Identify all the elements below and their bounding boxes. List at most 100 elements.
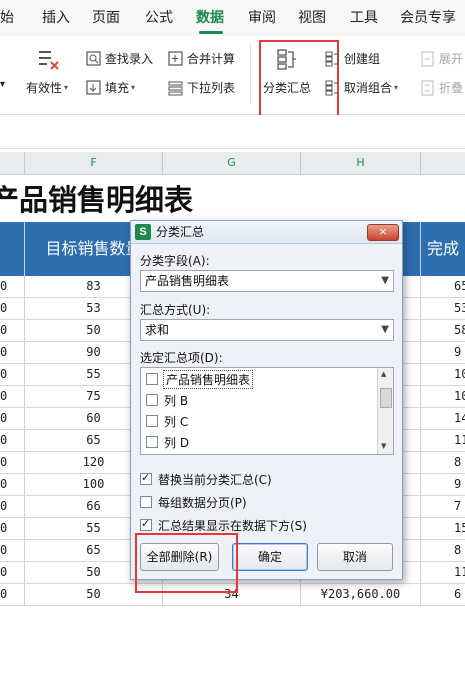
- find-entry-label: 查找录入: [105, 52, 154, 66]
- item-checkbox[interactable]: [146, 415, 158, 427]
- table-cell-i[interactable]: 8: [421, 540, 465, 561]
- column-header-f[interactable]: F: [25, 152, 163, 174]
- table-cell-e[interactable]: 0: [0, 298, 25, 319]
- table-cell-e[interactable]: 0: [0, 430, 25, 451]
- page-break-label: 每组数据分页(P): [158, 495, 247, 510]
- menu-start[interactable]: 开始: [0, 0, 14, 36]
- find-entry-icon: [86, 50, 102, 67]
- create-group-icon: [325, 51, 341, 67]
- table-cell-e[interactable]: 0: [0, 496, 25, 517]
- column-header-e[interactable]: [0, 152, 25, 174]
- chevron-down-icon: ▾: [131, 83, 136, 92]
- table-cell-i[interactable]: 53: [421, 298, 465, 319]
- ok-button[interactable]: 确定: [232, 543, 308, 571]
- summary-below-checkbox[interactable]: [140, 517, 152, 531]
- cancel-button[interactable]: 取消: [317, 543, 393, 571]
- table-cell-e[interactable]: 0: [0, 452, 25, 473]
- dropdown-list-label: 下拉列表: [187, 81, 236, 95]
- expand-label: 展开: [439, 52, 464, 66]
- validity-button[interactable]: 有效性 ▾: [26, 79, 68, 96]
- summary-below-option[interactable]: 汇总结果显示在数据下方(S): [140, 516, 307, 534]
- table-cell-e[interactable]: 0: [0, 562, 25, 583]
- item-checkbox[interactable]: [146, 436, 158, 448]
- table-cell-i[interactable]: 9: [421, 342, 465, 363]
- table-cell-i[interactable]: 58: [421, 320, 465, 341]
- table-cell-e[interactable]: 0: [0, 584, 25, 605]
- table-cell-i[interactable]: 65: [421, 276, 465, 297]
- find-entry-button[interactable]: 查找录入: [86, 50, 153, 67]
- table-cell-i[interactable]: 9: [421, 474, 465, 495]
- header-cell-e[interactable]: [0, 222, 25, 276]
- formula-bar[interactable]: [0, 115, 465, 149]
- item-checkbox[interactable]: [146, 373, 158, 385]
- menu-insert[interactable]: 插入: [42, 0, 70, 36]
- field-select-value: 产品销售明细表: [145, 274, 230, 288]
- page-break-checkbox[interactable]: [140, 496, 152, 508]
- create-group-label: 创建组: [344, 52, 381, 66]
- list-scrollbar[interactable]: ▲ ▼: [377, 368, 393, 454]
- dialog-close-button[interactable]: ×: [367, 224, 399, 241]
- table-cell-e[interactable]: 0: [0, 342, 25, 363]
- menu-tools[interactable]: 工具: [350, 0, 378, 36]
- menu-view[interactable]: 视图: [298, 0, 326, 36]
- header-cell-completed[interactable]: 完成: [421, 222, 465, 276]
- table-cell-e[interactable]: 0: [0, 474, 25, 495]
- collapse-button[interactable]: 折叠: [420, 79, 463, 96]
- table-cell-e[interactable]: 0: [0, 540, 25, 561]
- sheet-title[interactable]: 产品销售明细表: [0, 178, 193, 222]
- create-group-button[interactable]: 创建组: [325, 50, 380, 67]
- replace-subtotal-option[interactable]: 替换当前分类汇总(C): [140, 470, 272, 488]
- items-label: 选定汇总项(D):: [140, 351, 223, 365]
- list-item[interactable]: 列 C: [146, 411, 188, 431]
- menu-bar: 开始 插入 页面 公式 数据 审阅 视图 工具 会员专享: [0, 0, 465, 36]
- list-item[interactable]: 列 B: [146, 390, 188, 410]
- table-cell-h[interactable]: ¥203,660.00: [301, 584, 421, 605]
- merge-calc-icon: [168, 50, 184, 67]
- menu-review[interactable]: 审阅: [248, 0, 276, 36]
- table-cell-i[interactable]: 10: [421, 364, 465, 385]
- method-select-value: 求和: [145, 323, 170, 337]
- validity-label: 有效性: [26, 81, 63, 95]
- ribbon-cut-dropdown[interactable]: ▾: [0, 79, 5, 90]
- menu-page[interactable]: 页面: [92, 0, 120, 36]
- ungroup-button[interactable]: 取消组合 ▾: [325, 79, 398, 96]
- replace-subtotal-checkbox[interactable]: [140, 471, 152, 485]
- dialog-title-bar[interactable]: S 分类汇总 ×: [131, 221, 402, 244]
- collapse-icon: [420, 80, 436, 96]
- table-cell-i[interactable]: 11: [421, 562, 465, 583]
- column-header-i[interactable]: [421, 152, 465, 174]
- scroll-up-icon[interactable]: ▲: [381, 370, 386, 378]
- table-cell-i[interactable]: 8: [421, 452, 465, 473]
- table-cell-i[interactable]: 6: [421, 584, 465, 605]
- expand-button[interactable]: 展开: [420, 50, 463, 67]
- field-select[interactable]: 产品销售明细表 ▼: [140, 270, 394, 292]
- table-cell-i[interactable]: 7: [421, 496, 465, 517]
- table-cell-e[interactable]: 0: [0, 408, 25, 429]
- menu-formula[interactable]: 公式: [145, 0, 173, 36]
- list-item[interactable]: 列 D: [146, 432, 189, 452]
- table-cell-i[interactable]: 11: [421, 430, 465, 451]
- item-checkbox[interactable]: [146, 394, 158, 406]
- table-cell-e[interactable]: 0: [0, 276, 25, 297]
- table-cell-i[interactable]: 10: [421, 386, 465, 407]
- wps-spreadsheet-logo-icon: S: [135, 224, 151, 240]
- column-header-h[interactable]: H: [301, 152, 421, 174]
- summary-items-list[interactable]: 产品销售明细表 列 B 列 C 列 D ▲ ▼: [140, 367, 394, 455]
- page-break-option[interactable]: 每组数据分页(P): [140, 493, 247, 511]
- column-header-g[interactable]: G: [163, 152, 301, 174]
- table-cell-e[interactable]: 0: [0, 386, 25, 407]
- ribbon: ▾ 有效性▾ 查找录入 填充▾ 合并计算 下拉列表 分类汇总 创建组 取消组: [0, 36, 465, 118]
- table-cell-e[interactable]: 0: [0, 320, 25, 341]
- table-cell-i[interactable]: 15: [421, 518, 465, 539]
- dropdown-list-button[interactable]: 下拉列表: [168, 79, 235, 96]
- method-select[interactable]: 求和 ▼: [140, 319, 394, 341]
- merge-calc-button[interactable]: 合并计算: [168, 50, 235, 67]
- table-cell-i[interactable]: 14: [421, 408, 465, 429]
- scroll-down-icon[interactable]: ▼: [381, 442, 386, 450]
- table-cell-e[interactable]: 0: [0, 518, 25, 539]
- table-cell-e[interactable]: 0: [0, 364, 25, 385]
- list-item[interactable]: 产品销售明细表: [146, 369, 254, 389]
- menu-member[interactable]: 会员专享: [400, 0, 456, 36]
- fill-button[interactable]: 填充 ▾: [86, 79, 135, 96]
- scroll-thumb[interactable]: [380, 388, 392, 408]
